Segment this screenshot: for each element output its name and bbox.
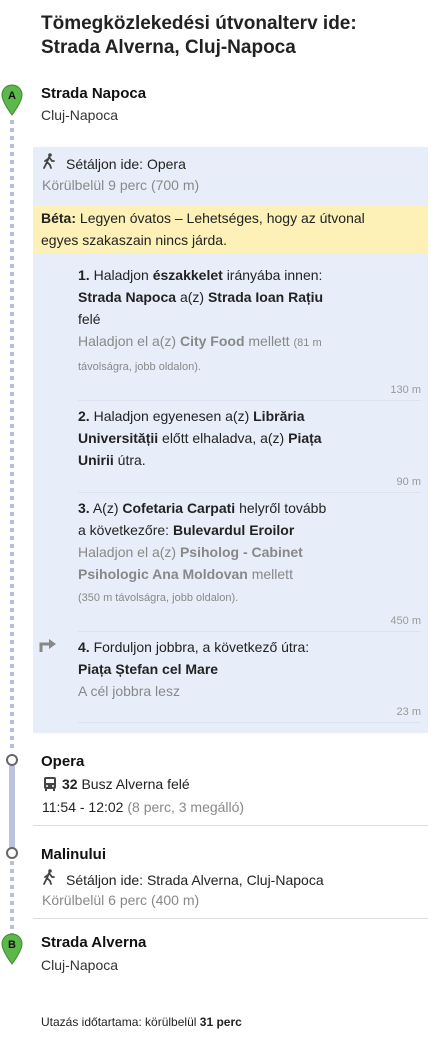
end-marker-icon[interactable]: B xyxy=(1,933,23,965)
walking-icon xyxy=(42,153,58,172)
start-place-name[interactable]: Strada Napoca xyxy=(41,85,146,102)
beta-label: Béta: xyxy=(41,210,77,226)
walking-icon xyxy=(42,869,58,888)
divider xyxy=(33,825,428,826)
title-line-2: Strada Alverna, Cluj-Napoca xyxy=(41,37,296,58)
stop-malinului-name[interactable]: Malinului xyxy=(41,846,106,863)
beta-text-1: Legyen óvatos – Lehetséges, hogy az útvo… xyxy=(79,210,365,226)
end-place-name[interactable]: Strada Alverna xyxy=(41,934,146,951)
step-1-distance: 130 m xyxy=(78,384,421,401)
walk-1-prefix: Sétáljon ide: xyxy=(66,156,144,172)
trip-duration-label: Utazás időtartama: körülbelül xyxy=(41,1015,197,1029)
transit-route-line xyxy=(9,766,15,851)
start-place-city: Cluj-Napoca xyxy=(41,107,119,123)
trip-duration-value: 31 perc xyxy=(199,1015,242,1029)
end-marker-label: B xyxy=(8,939,16,951)
walk-2-header[interactable]: Sétáljon ide: Strada Alverna, Cluj-Napoc… xyxy=(42,869,324,888)
trip-duration: Utazás időtartama: körülbelül 31 perc xyxy=(41,1015,242,1029)
walk-route-line-2 xyxy=(10,861,14,939)
stop-opera-marker xyxy=(6,754,18,766)
walk-1-duration: Körülbelül 9 perc (700 m) xyxy=(42,177,200,193)
stop-opera-name[interactable]: Opera xyxy=(41,753,84,770)
bus-icon xyxy=(42,776,58,795)
end-place-city: Cluj-Napoca xyxy=(41,957,119,973)
direction-step-3[interactable]: 3. A(z) Cofetaria Carpati helyről tovább… xyxy=(78,497,418,609)
beta-warning: Béta: Legyen óvatos – Lehetséges, hogy a… xyxy=(33,205,428,253)
turn-right-icon xyxy=(39,639,56,652)
start-marker-label: A xyxy=(8,90,16,102)
walk-1-destination: Opera xyxy=(146,156,186,172)
bus-direction: Busz Alverna felé xyxy=(81,776,190,792)
step-4-distance: 23 m xyxy=(78,706,421,723)
page-title: Tömegközlekedési útvonalterv ide: Strada… xyxy=(41,12,431,60)
bus-number: 32 xyxy=(62,776,78,792)
start-marker-icon[interactable]: A xyxy=(1,84,23,116)
direction-step-4[interactable]: 4. Forduljon jobbra, a következő útra: P… xyxy=(78,636,418,702)
walk-route-line xyxy=(10,120,14,750)
walk-2-duration: Körülbelül 6 perc (400 m) xyxy=(42,892,200,908)
direction-step-2[interactable]: 2. Haladjon egyenesen a(z) Librăria Univ… xyxy=(78,405,418,471)
stop-malinului-marker xyxy=(6,847,18,859)
step-2-distance: 90 m xyxy=(78,476,421,493)
bus-times: 11:54 - 12:02 (8 perc, 3 megálló) xyxy=(42,799,245,815)
direction-step-1[interactable]: 1. Haladjon északkelet irányába innen: S… xyxy=(78,264,418,378)
divider xyxy=(33,918,428,919)
beta-text-2: egyes szakaszain nincs járda. xyxy=(41,232,227,248)
step-3-distance: 450 m xyxy=(78,615,421,632)
bus-line-info[interactable]: 32 Busz Alverna felé xyxy=(42,776,190,795)
title-line-1: Tömegközlekedési útvonalterv ide: xyxy=(41,13,357,34)
walk-1-header[interactable]: Sétáljon ide: Opera xyxy=(42,153,186,172)
